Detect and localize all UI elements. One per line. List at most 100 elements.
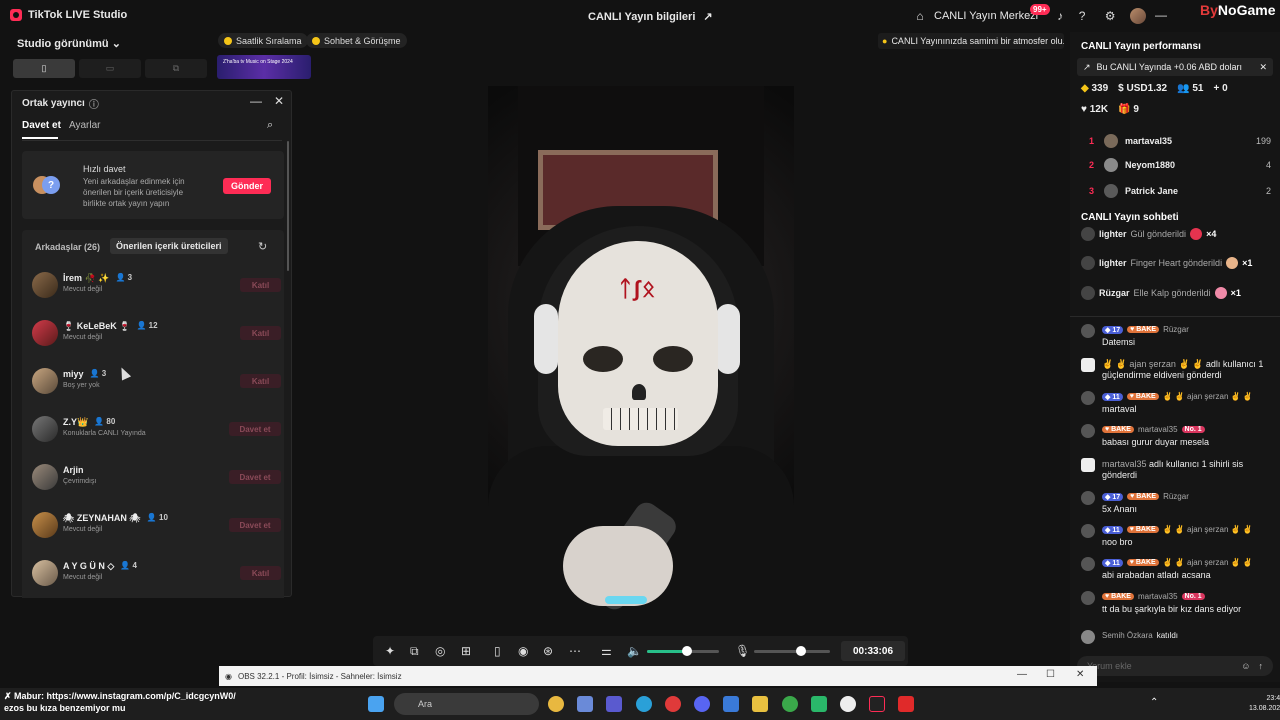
layout-switcher: ▯ ▭ ⧉ xyxy=(13,59,207,78)
join-button[interactable]: Katıl xyxy=(240,374,281,388)
multi-layout-button[interactable]: ⧉ xyxy=(145,59,207,78)
youtube-icon[interactable] xyxy=(898,696,914,712)
avatar xyxy=(1104,134,1118,148)
avatar[interactable] xyxy=(1130,8,1147,24)
live-info-button[interactable]: CANLI Yayın bilgileri ↗ xyxy=(588,10,713,24)
filter-icon[interactable]: ◎ xyxy=(435,644,445,658)
chat-message: ♥ BAKE martaval35 No. 1 babası gurur duyar… xyxy=(1081,424,1276,450)
rank-badge: No. 1 xyxy=(1181,426,1205,433)
speaker-icon[interactable]: 🔈 xyxy=(627,644,642,658)
camera-icon[interactable]: ⊛ xyxy=(543,644,553,658)
clock[interactable]: 23:4113.08.2026 xyxy=(1249,694,1280,714)
chat-message: ✌ ✌ ajan şerzan ✌ ✌ adlı kullanıcı 1 güç… xyxy=(1081,358,1276,384)
volume-knob[interactable] xyxy=(681,646,692,656)
home-icon[interactable]: ⌂ xyxy=(912,8,928,24)
app-title: TikTok LIVE Studio xyxy=(28,9,128,21)
avatar xyxy=(1104,158,1118,172)
mic-icon[interactable]: 🎙 xyxy=(735,644,750,658)
record-icon[interactable]: ◉ xyxy=(518,644,528,658)
live-video-preview: ᛏ∫ᛟ xyxy=(488,86,794,629)
viewers-icon: 👥 xyxy=(1177,83,1190,94)
mic-knob[interactable] xyxy=(796,646,807,656)
emoji-icon[interactable]: ☺ xyxy=(1241,661,1250,671)
hourly-ranking-pill[interactable]: Saatlik Sıralama xyxy=(218,33,308,48)
avatar xyxy=(32,272,58,298)
close-button[interactable]: ✕ xyxy=(1076,669,1084,680)
browser-icon[interactable] xyxy=(782,696,798,712)
mail-icon[interactable] xyxy=(723,696,739,712)
tab-invite[interactable]: Davet et xyxy=(22,120,61,131)
taskbar-search[interactable]: Ara xyxy=(394,693,539,715)
rank-row[interactable]: 1 martaval35 199 xyxy=(1081,132,1273,152)
join-button[interactable]: Katıl xyxy=(240,278,281,292)
join-button[interactable]: Katıl xyxy=(240,326,281,340)
chat-message: Semih Özkara katıldı xyxy=(1081,630,1276,646)
folder-icon[interactable] xyxy=(752,696,768,712)
stream-toolbar: ✦ ⧉ ◎ ⊞ ▯ ◉ ⊛ ⋯ ⚌ 🔈 🎙 00:33:06 xyxy=(373,636,908,666)
rose-icon xyxy=(1190,228,1203,240)
more-icon[interactable]: ⋯ xyxy=(569,644,581,658)
volume-slider[interactable] xyxy=(647,646,719,656)
avatar xyxy=(1081,458,1095,472)
quick-invite-desc: Yeni arkadaşlar edinmek için önerilen bi… xyxy=(83,177,185,208)
level-badge: ◆ 11 xyxy=(1102,392,1123,401)
fan-badge: ♥ BAKE xyxy=(1126,559,1159,566)
rank-row[interactable]: 2 Neyom1880 4 xyxy=(1081,156,1273,176)
maximize-button[interactable]: ☐ xyxy=(1046,669,1055,680)
discord-icon[interactable] xyxy=(694,696,710,712)
portrait-layout-button[interactable]: ▯ xyxy=(13,59,75,78)
new-followers-icon: + xyxy=(1213,83,1220,94)
coin-icon xyxy=(224,36,232,45)
app-icon[interactable] xyxy=(811,696,827,712)
help-icon[interactable]: ? xyxy=(1074,8,1090,24)
gear-icon[interactable]: ⚙ xyxy=(1102,8,1118,24)
invite-button[interactable]: Davet et xyxy=(229,422,281,436)
comment-input[interactable]: Yorum ekle ☺ ↑ xyxy=(1077,656,1273,676)
invite-button[interactable]: Davet et xyxy=(229,518,281,532)
studio-view-dropdown[interactable]: Studio görünümü ⌄ xyxy=(17,37,121,50)
bell-icon[interactable]: ♪ xyxy=(1052,8,1068,24)
files-icon[interactable] xyxy=(577,696,593,712)
opera-icon[interactable] xyxy=(665,696,681,712)
avatar xyxy=(32,416,58,442)
live-info-title: CANLI Yayın bilgileri xyxy=(588,10,696,23)
minimize-button[interactable]: — xyxy=(1155,8,1167,22)
magic-icon[interactable]: ✦ xyxy=(385,644,395,658)
invite-button[interactable]: Davet et xyxy=(229,470,281,484)
landscape-layout-button[interactable]: ▭ xyxy=(79,59,141,78)
close-panel-button[interactable]: ✕ xyxy=(274,94,284,108)
chrome-icon[interactable] xyxy=(548,696,564,712)
live-center-link[interactable]: CANLI Yayın Merkezi xyxy=(934,10,1038,22)
tray-chevron-icon[interactable]: ⌃ xyxy=(1150,697,1158,708)
join-button[interactable]: Katıl xyxy=(240,566,281,580)
avatar xyxy=(32,464,58,490)
scrollbar[interactable] xyxy=(287,141,289,271)
minimize-button[interactable]: — xyxy=(1017,669,1027,680)
send-icon[interactable]: ↑ xyxy=(1259,661,1264,671)
tab-suggested[interactable]: Önerilen içerik üreticileri xyxy=(110,238,228,254)
obs-taskbar-icon[interactable] xyxy=(840,696,856,712)
tab-settings[interactable]: Ayarlar xyxy=(69,120,101,131)
event-banner[interactable]: Z'ha'ba tv Music on Stage 2024 xyxy=(217,55,311,79)
tip-bar[interactable]: ● CANLI Yayınınızda samimi bir atmosfer o… xyxy=(878,33,1064,49)
minimize-panel-button[interactable]: — xyxy=(250,94,262,108)
obs-window-titlebar[interactable]: ◉ OBS 32.2.1 - Profil: İsimsiz - Sahnele… xyxy=(219,666,1097,686)
mic-slider[interactable] xyxy=(754,646,830,656)
teams-icon[interactable] xyxy=(606,696,622,712)
phone-icon[interactable]: ▯ xyxy=(494,644,501,658)
close-icon[interactable]: ✕ xyxy=(1259,62,1267,73)
start-icon[interactable] xyxy=(368,696,384,712)
avatar xyxy=(1081,491,1095,505)
rank-row[interactable]: 3 Patrick Jane 2 xyxy=(1081,182,1273,202)
edge-icon[interactable] xyxy=(636,696,652,712)
send-button[interactable]: Gönder xyxy=(223,178,271,194)
settings-sliders-icon[interactable]: ⚌ xyxy=(601,644,612,658)
effects-icon[interactable]: ⧉ xyxy=(410,644,419,659)
add-source-icon[interactable]: ⊞ xyxy=(461,644,471,658)
tab-friends[interactable]: Arkadaşlar (26) xyxy=(35,242,100,252)
chat-pill[interactable]: Sohbet & Görüşme xyxy=(306,33,407,48)
fan-badge: ♥ BAKE xyxy=(1102,593,1134,600)
search-icon[interactable]: ⌕ xyxy=(267,119,273,132)
refresh-icon[interactable]: ↻ xyxy=(258,240,267,253)
tiktok-live-taskbar-icon[interactable] xyxy=(869,696,885,712)
